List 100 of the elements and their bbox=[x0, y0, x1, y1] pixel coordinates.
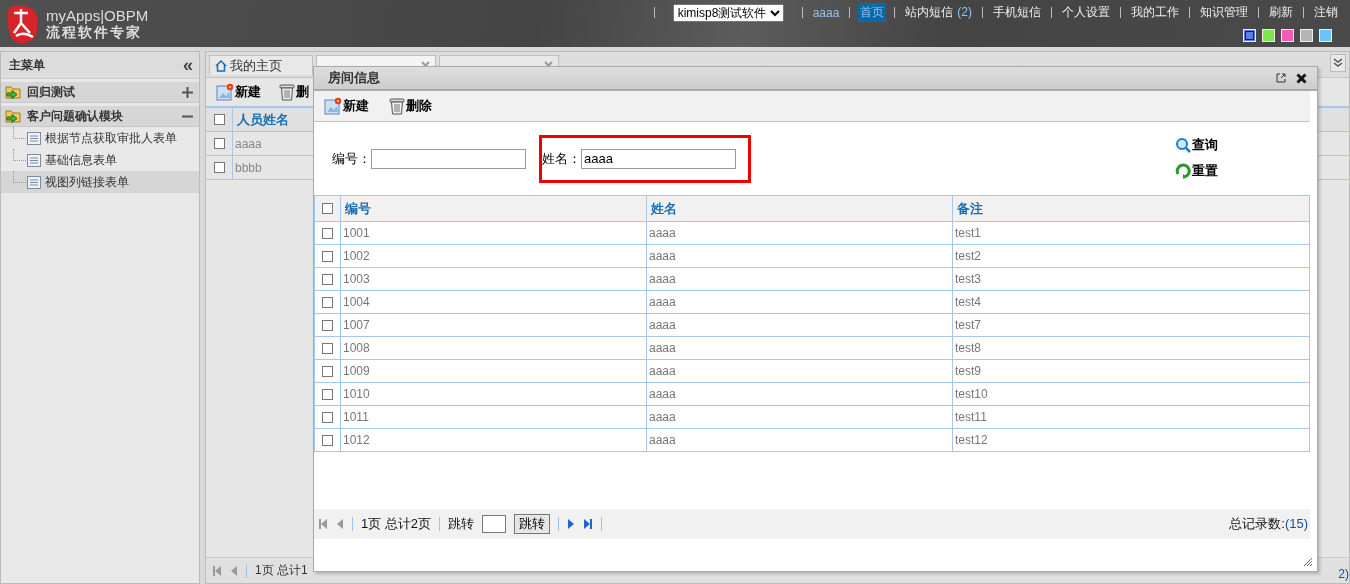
row-checkbox[interactable] bbox=[322, 434, 333, 446]
delete-button[interactable]: 删 bbox=[279, 83, 309, 101]
record-count: 2) bbox=[1338, 567, 1349, 581]
select-all-checkbox[interactable] bbox=[322, 203, 333, 214]
menu-item[interactable]: 根据节点获取审批人表单 bbox=[1, 127, 199, 149]
new-document-icon bbox=[324, 97, 342, 115]
theme-swatch[interactable] bbox=[1243, 29, 1256, 42]
table-cell: 1001 bbox=[341, 222, 647, 244]
form-icon bbox=[27, 175, 41, 189]
first-page-icon[interactable] bbox=[318, 518, 328, 530]
form-icon bbox=[27, 131, 41, 145]
input-field[interactable]: aaaa bbox=[581, 148, 736, 169]
row-checkbox[interactable] bbox=[322, 342, 333, 354]
popout-icon[interactable] bbox=[1276, 73, 1286, 83]
jump-button[interactable]: 跳转 bbox=[514, 514, 551, 534]
logo-subtitle: 流程软件专家 bbox=[46, 23, 142, 40]
page-info: 1页 总计1 bbox=[255, 562, 308, 579]
jump-label: 跳转 bbox=[448, 515, 475, 533]
page-input[interactable] bbox=[482, 515, 507, 533]
refresh-icon bbox=[1175, 163, 1191, 179]
dialog-title: 房间信息 bbox=[328, 69, 380, 87]
nav-link[interactable]: 手机短信 bbox=[991, 3, 1043, 22]
table-cell: aaaa bbox=[647, 222, 953, 244]
sidebar-title: 主菜单 bbox=[9, 56, 45, 74]
nav-link[interactable]: 注销 bbox=[1312, 3, 1340, 22]
table-cell: 1004 bbox=[341, 291, 647, 313]
column-header[interactable]: 备注 bbox=[953, 196, 1309, 221]
table-cell: 1011 bbox=[341, 406, 647, 428]
table-cell: aaaa bbox=[647, 406, 953, 428]
table-cell-text: test11 bbox=[954, 409, 988, 426]
column-header[interactable]: 姓名 bbox=[647, 196, 953, 221]
table-cell: aaaa bbox=[647, 291, 953, 313]
last-page-icon[interactable] bbox=[583, 518, 594, 530]
table-cell: aaaa bbox=[647, 383, 953, 405]
table-cell-text: test4 bbox=[954, 294, 982, 311]
next-page-icon[interactable] bbox=[567, 518, 576, 530]
table-cell-text: aaaa bbox=[234, 136, 262, 151]
table-cell: aaaa bbox=[647, 337, 953, 359]
table-cell-text: test7 bbox=[954, 317, 982, 334]
tab-menu-button[interactable] bbox=[1330, 54, 1346, 72]
new-button[interactable]: 新建 bbox=[324, 97, 369, 115]
menu-item[interactable]: 视图列链接表单 bbox=[1, 171, 199, 193]
table-cell: 1009 bbox=[341, 360, 647, 382]
field-label: 编号： bbox=[332, 149, 371, 168]
theme-swatch[interactable] bbox=[1300, 29, 1313, 42]
row-checkbox[interactable] bbox=[322, 388, 333, 400]
theme-swatch[interactable] bbox=[1319, 29, 1332, 42]
table-cell: aaaa bbox=[647, 429, 953, 451]
logo-title: myApps|OBPM bbox=[46, 7, 149, 24]
field-label: 姓名： bbox=[542, 149, 581, 168]
reset-button[interactable]: 重置 bbox=[1175, 162, 1218, 180]
app-select[interactable]: kimisp8测试软件 bbox=[672, 3, 784, 22]
row-checkbox[interactable] bbox=[213, 162, 225, 173]
logo-icon bbox=[6, 2, 40, 45]
table-cell: 1012 bbox=[341, 429, 647, 451]
table-cell-text: test12 bbox=[954, 432, 989, 449]
table-cell-text: test1 bbox=[954, 225, 982, 242]
table-cell: aaaa bbox=[647, 245, 953, 267]
previous-page-icon[interactable] bbox=[336, 518, 344, 530]
form-icon bbox=[27, 153, 41, 167]
row-checkbox[interactable] bbox=[322, 319, 333, 331]
row-checkbox[interactable] bbox=[213, 138, 225, 149]
table-cell: aaaa bbox=[647, 314, 953, 336]
table-cell-text: test10 bbox=[954, 386, 989, 403]
column-header[interactable]: 人员姓名 bbox=[233, 110, 289, 129]
delete-button[interactable]: 删除 bbox=[389, 97, 432, 115]
table-cell: 1010 bbox=[341, 383, 647, 405]
row-checkbox[interactable] bbox=[322, 227, 333, 239]
table-cell: 1007 bbox=[341, 314, 647, 336]
nav-link[interactable]: 刷新 bbox=[1267, 3, 1295, 22]
nav-link[interactable]: 站内短信 (2) bbox=[903, 3, 974, 22]
search-button[interactable]: 查询 bbox=[1175, 136, 1218, 154]
row-checkbox[interactable] bbox=[322, 411, 333, 423]
row-checkbox[interactable] bbox=[322, 365, 333, 377]
nav-link[interactable]: 我的工作 bbox=[1129, 3, 1181, 22]
record-count: 总记录数:(15) bbox=[1229, 515, 1309, 533]
row-checkbox[interactable] bbox=[322, 250, 333, 262]
collapse-button[interactable]: « bbox=[183, 57, 193, 73]
menu-group[interactable]: 客户问题确认模块 bbox=[1, 106, 199, 127]
column-header[interactable]: 编号 bbox=[341, 196, 647, 221]
menu-group[interactable]: 回归测试 bbox=[1, 82, 199, 103]
trash-icon bbox=[279, 83, 295, 101]
select-all-checkbox[interactable] bbox=[213, 114, 225, 125]
theme-swatch[interactable] bbox=[1262, 29, 1275, 42]
tab[interactable]: 我的主页 bbox=[209, 55, 313, 75]
table-cell: 1003 bbox=[341, 268, 647, 290]
user-link[interactable]: aaaa bbox=[810, 4, 842, 21]
plus-icon bbox=[182, 86, 193, 98]
search-icon bbox=[1175, 137, 1191, 153]
menu-item[interactable]: 基础信息表单 bbox=[1, 149, 199, 171]
nav-link[interactable]: 知识管理 bbox=[1198, 3, 1250, 22]
row-checkbox[interactable] bbox=[322, 273, 333, 285]
nav-link[interactable]: 个人设置 bbox=[1060, 3, 1112, 22]
new-button[interactable]: 新建 bbox=[216, 83, 261, 101]
row-checkbox[interactable] bbox=[322, 296, 333, 308]
table-cell: 1008 bbox=[341, 337, 647, 359]
close-icon[interactable] bbox=[1296, 72, 1307, 84]
input-field[interactable] bbox=[371, 148, 526, 169]
resize-grip-icon[interactable] bbox=[1303, 557, 1313, 567]
theme-swatch[interactable] bbox=[1281, 29, 1294, 42]
